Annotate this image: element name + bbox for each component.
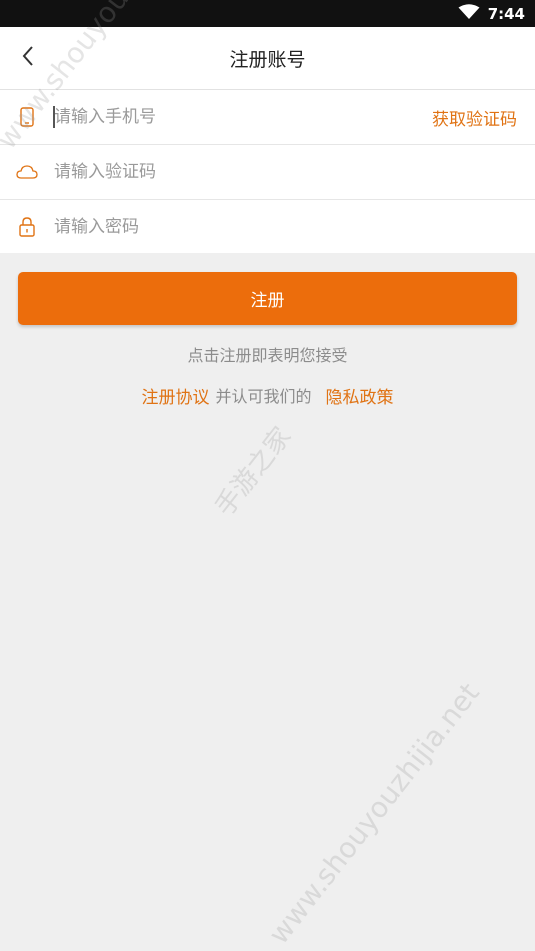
get-code-button[interactable]: 获取验证码 <box>432 90 517 144</box>
code-row <box>0 145 535 200</box>
phone-row: 获取验证码 <box>0 90 535 145</box>
watermark-bottom: www.shouyouzhijia.net <box>262 676 486 951</box>
password-input[interactable] <box>54 200 394 253</box>
wifi-icon <box>458 3 480 24</box>
privacy-link[interactable]: 隐私政策 <box>326 383 394 408</box>
status-time: 7:44 <box>487 4 525 23</box>
agreement-notice: 点击注册即表明您接受 <box>187 346 348 365</box>
cloud-icon <box>16 145 38 199</box>
status-bar: 7:44 <box>0 0 535 27</box>
page-title: 注册账号 <box>229 48 306 71</box>
phone-icon <box>16 90 38 144</box>
register-button[interactable]: 注册 <box>18 272 517 325</box>
lock-icon <box>16 200 38 253</box>
watermark-middle: 手游之家 <box>209 421 298 523</box>
password-row <box>0 200 535 253</box>
chevron-left-icon <box>21 45 35 71</box>
nav-bar: 注册账号 <box>0 27 535 90</box>
back-button[interactable] <box>8 38 48 78</box>
text-cursor <box>53 106 55 128</box>
agreement-middle-text: 并认可我们的 <box>215 387 312 406</box>
phone-input[interactable] <box>54 90 394 144</box>
register-form: 获取验证码 <box>0 90 535 253</box>
verification-code-input[interactable] <box>54 145 394 199</box>
agreement-links: 注册协议 并认可我们的 隐私政策 <box>0 382 535 408</box>
terms-link[interactable]: 注册协议 <box>141 383 209 408</box>
status-icons: 7:44 <box>458 0 525 27</box>
